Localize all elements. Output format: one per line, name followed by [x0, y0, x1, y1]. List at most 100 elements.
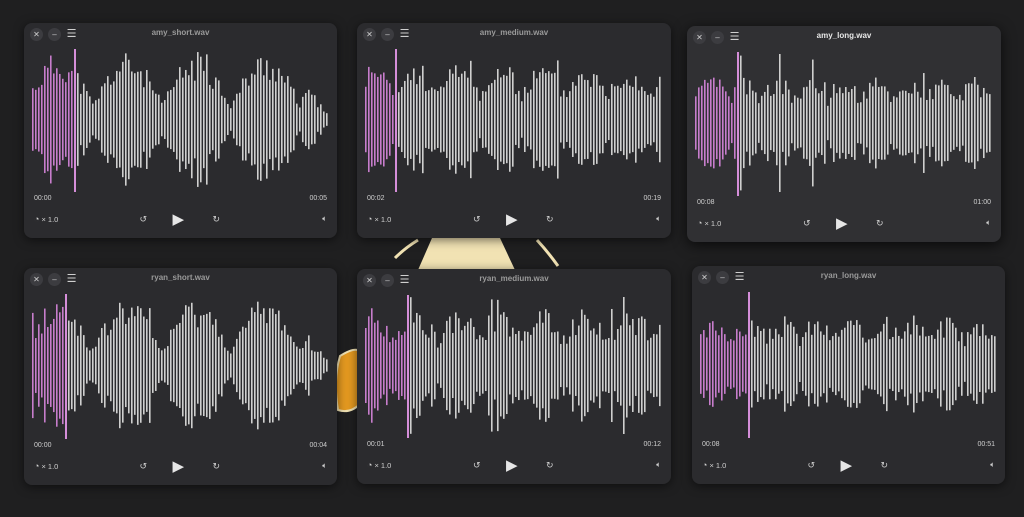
fast-forward-icon[interactable]: ↻	[546, 460, 554, 471]
waveform-bar	[967, 332, 969, 396]
waveform-bar	[760, 330, 762, 398]
waveform-bar	[194, 80, 196, 159]
fast-forward-icon[interactable]: ↻	[213, 214, 221, 225]
waveform-bar	[551, 73, 553, 166]
waveform-bar	[35, 338, 37, 393]
waveform[interactable]	[700, 292, 997, 436]
waveform-bar	[179, 67, 181, 172]
waveform-bar	[572, 82, 574, 157]
fast-forward-icon[interactable]: ↻	[546, 214, 554, 225]
waveform-bar	[871, 338, 873, 390]
playback-speed-button[interactable]: ◔ × 1.0	[367, 460, 391, 470]
waveform-bar	[422, 65, 424, 174]
waveform-bar	[797, 97, 799, 149]
waveform-bar	[209, 312, 211, 419]
waveform-bar	[599, 322, 601, 409]
playhead[interactable]	[737, 52, 739, 196]
waveform[interactable]	[32, 49, 329, 190]
player-window-ryan-short[interactable]: ✕ – ☰ ryan_short.wav 00:00 00:04 ◔ × 1.0 …	[24, 268, 337, 485]
playhead[interactable]	[74, 49, 76, 192]
playhead[interactable]	[407, 295, 409, 438]
play-icon[interactable]: ▶	[506, 210, 518, 228]
volume-icon[interactable]: 🔈︎	[986, 218, 991, 228]
waveform-bar	[608, 98, 610, 141]
waveform-bar	[830, 97, 832, 149]
titlebar[interactable]: ✕ – ☰ amy_medium.wav	[357, 23, 671, 45]
waveform-bar	[872, 86, 874, 160]
waveform-bar	[827, 105, 829, 141]
titlebar[interactable]: ✕ – ☰ amy_short.wav	[24, 23, 337, 45]
rewind-icon[interactable]: ↺	[140, 214, 148, 225]
waveform-bar	[941, 79, 943, 167]
waveform[interactable]	[365, 295, 663, 436]
waveform-bar	[296, 103, 298, 136]
playhead[interactable]	[65, 294, 67, 439]
titlebar[interactable]: ✕ – ☰ amy_long.wav	[687, 26, 1001, 48]
play-icon[interactable]: ▶	[173, 210, 185, 228]
waveform-bar	[431, 87, 433, 152]
waveform-bar	[727, 341, 729, 387]
waveform-bar	[221, 95, 223, 144]
waveform[interactable]	[32, 294, 329, 437]
waveform-bar	[659, 76, 661, 163]
waveform[interactable]	[695, 52, 993, 194]
volume-icon[interactable]: 🔈︎	[322, 214, 327, 224]
playback-speed-button[interactable]: ◔ × 1.0	[34, 461, 58, 471]
waveform-bar	[179, 322, 181, 409]
volume-icon[interactable]: 🔈︎	[990, 460, 995, 470]
waveform-bar	[134, 73, 136, 166]
waveform-bar	[784, 316, 786, 412]
waveform-bar	[863, 91, 865, 155]
waveform-bar	[164, 100, 166, 139]
player-window-amy-short[interactable]: ✕ – ☰ amy_short.wav 00:00 00:05 ◔ × 1.0 ↺…	[24, 23, 337, 238]
player-window-ryan-medium[interactable]: ✕ – ☰ ryan_medium.wav 00:01 00:12 ◔ × 1.0…	[357, 269, 671, 484]
waveform-bar	[611, 308, 613, 423]
player-window-amy-long[interactable]: ✕ – ☰ amy_long.wav 00:08 01:00 ◔ × 1.0 ↺ …	[687, 26, 1001, 242]
waveform-bar	[554, 332, 556, 399]
waveform-bar	[878, 86, 880, 160]
rewind-icon[interactable]: ↺	[803, 218, 811, 229]
rewind-icon[interactable]: ↺	[473, 460, 481, 471]
waveform-bar	[395, 339, 397, 392]
waveform-bar	[419, 75, 421, 164]
playback-speed-button[interactable]: ◔ × 1.0	[34, 214, 58, 224]
waveform-bar	[380, 74, 382, 165]
play-icon[interactable]: ▶	[506, 456, 518, 474]
fast-forward-icon[interactable]: ↻	[213, 461, 221, 472]
total-time: 00:51	[977, 441, 995, 448]
waveform-bar	[964, 346, 966, 382]
playback-speed-button[interactable]: ◔ × 1.0	[697, 218, 721, 228]
waveform-bar	[56, 304, 58, 427]
play-icon[interactable]: ▶	[173, 457, 185, 475]
playhead[interactable]	[395, 49, 397, 192]
player-window-ryan-long[interactable]: ✕ – ☰ ryan_long.wav 00:08 00:51 ◔ × 1.0 ↺…	[692, 266, 1005, 484]
titlebar[interactable]: ✕ – ☰ ryan_long.wav	[692, 266, 1005, 288]
playback-speed-button[interactable]: ◔ × 1.0	[702, 460, 726, 470]
rewind-icon[interactable]: ↺	[473, 214, 481, 225]
waveform-bar	[911, 93, 913, 153]
titlebar[interactable]: ✕ – ☰ ryan_short.wav	[24, 268, 337, 290]
waveform-bar	[742, 336, 744, 392]
player-window-amy-medium[interactable]: ✕ – ☰ amy_medium.wav 00:02 00:19 ◔ × 1.0 …	[357, 23, 671, 238]
waveform-bar	[779, 54, 781, 192]
waveform[interactable]	[365, 49, 663, 190]
playhead[interactable]	[748, 292, 750, 438]
waveform-bar	[596, 334, 598, 397]
waveform-bar	[940, 321, 942, 407]
volume-icon[interactable]: 🔈︎	[656, 214, 661, 224]
titlebar[interactable]: ✕ – ☰ ryan_medium.wav	[357, 269, 671, 291]
waveform-bar	[491, 299, 493, 432]
volume-icon[interactable]: 🔈︎	[656, 460, 661, 470]
waveform-bar	[323, 111, 325, 128]
fast-forward-icon[interactable]: ↻	[881, 460, 889, 471]
rewind-icon[interactable]: ↺	[140, 461, 148, 472]
play-icon[interactable]: ▶	[841, 456, 853, 474]
fast-forward-icon[interactable]: ↻	[876, 218, 884, 229]
waveform-bar	[740, 55, 742, 191]
volume-icon[interactable]: 🔈︎	[322, 461, 327, 471]
wallpaper-line	[535, 238, 560, 267]
playback-speed-button[interactable]: ◔ × 1.0	[367, 214, 391, 224]
play-icon[interactable]: ▶	[836, 214, 848, 232]
rewind-icon[interactable]: ↺	[808, 460, 816, 471]
waveform-bar	[308, 335, 310, 396]
